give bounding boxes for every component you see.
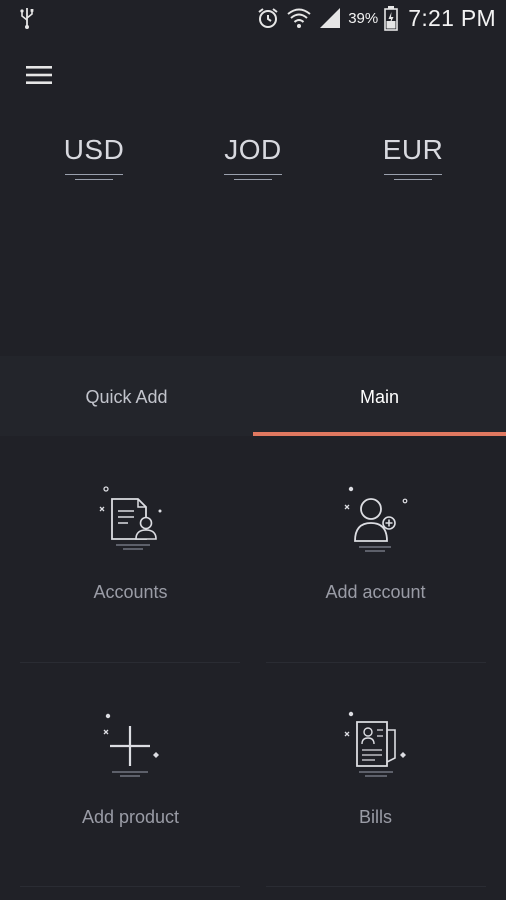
currency-underline — [234, 179, 272, 180]
grid-item-accounts[interactable]: Accounts — [4, 436, 257, 661]
add-plus-icon — [103, 713, 159, 777]
currency-label: EUR — [382, 134, 444, 165]
grid-divider — [266, 886, 486, 887]
currency-underline — [224, 174, 282, 175]
accounts-document-icon — [99, 486, 162, 550]
status-bar: 39% 7:21 PM — [0, 0, 506, 36]
grid-divider — [20, 886, 240, 887]
currency-usd[interactable]: USD — [44, 134, 144, 180]
usb-icon — [20, 8, 34, 29]
alarm-icon — [258, 8, 278, 28]
main-grid: Accounts Add account Add product Bills — [0, 436, 506, 900]
currency-underline — [65, 174, 123, 175]
grid-item-label: Add account — [325, 582, 426, 602]
battery-percent: 39% — [348, 9, 379, 27]
grid-item-label: Accounts — [93, 582, 168, 602]
grid-item-add-product[interactable]: Add product — [4, 661, 257, 886]
add-user-icon — [344, 486, 408, 552]
bills-receipt-icon — [344, 711, 406, 777]
currency-underline — [384, 174, 442, 175]
hamburger-menu-icon[interactable] — [24, 62, 54, 88]
wifi-icon — [287, 8, 311, 28]
grid-divider — [266, 662, 486, 663]
currency-underline — [394, 179, 432, 180]
currency-label: JOD — [224, 134, 282, 165]
header: USD JOD EUR — [0, 36, 506, 356]
currency-jod[interactable]: JOD — [203, 134, 303, 180]
clock: 7:21 PM — [408, 4, 496, 31]
grid-item-label: Bills — [358, 807, 392, 827]
currency-eur[interactable]: EUR — [363, 134, 463, 180]
grid-item-bills[interactable]: Bills — [249, 661, 502, 886]
tab-quick-add[interactable]: Quick Add — [0, 356, 253, 436]
grid-divider — [20, 662, 240, 663]
currency-label: USD — [63, 134, 125, 165]
battery-icon — [384, 6, 399, 31]
tab-main[interactable]: Main — [253, 356, 506, 436]
signal-icon — [320, 8, 341, 28]
grid-item-add-account[interactable]: Add account — [249, 436, 502, 661]
currency-underline — [75, 179, 113, 180]
tab-bar: Quick Add Main — [0, 356, 506, 436]
grid-item-label: Add product — [81, 807, 180, 827]
